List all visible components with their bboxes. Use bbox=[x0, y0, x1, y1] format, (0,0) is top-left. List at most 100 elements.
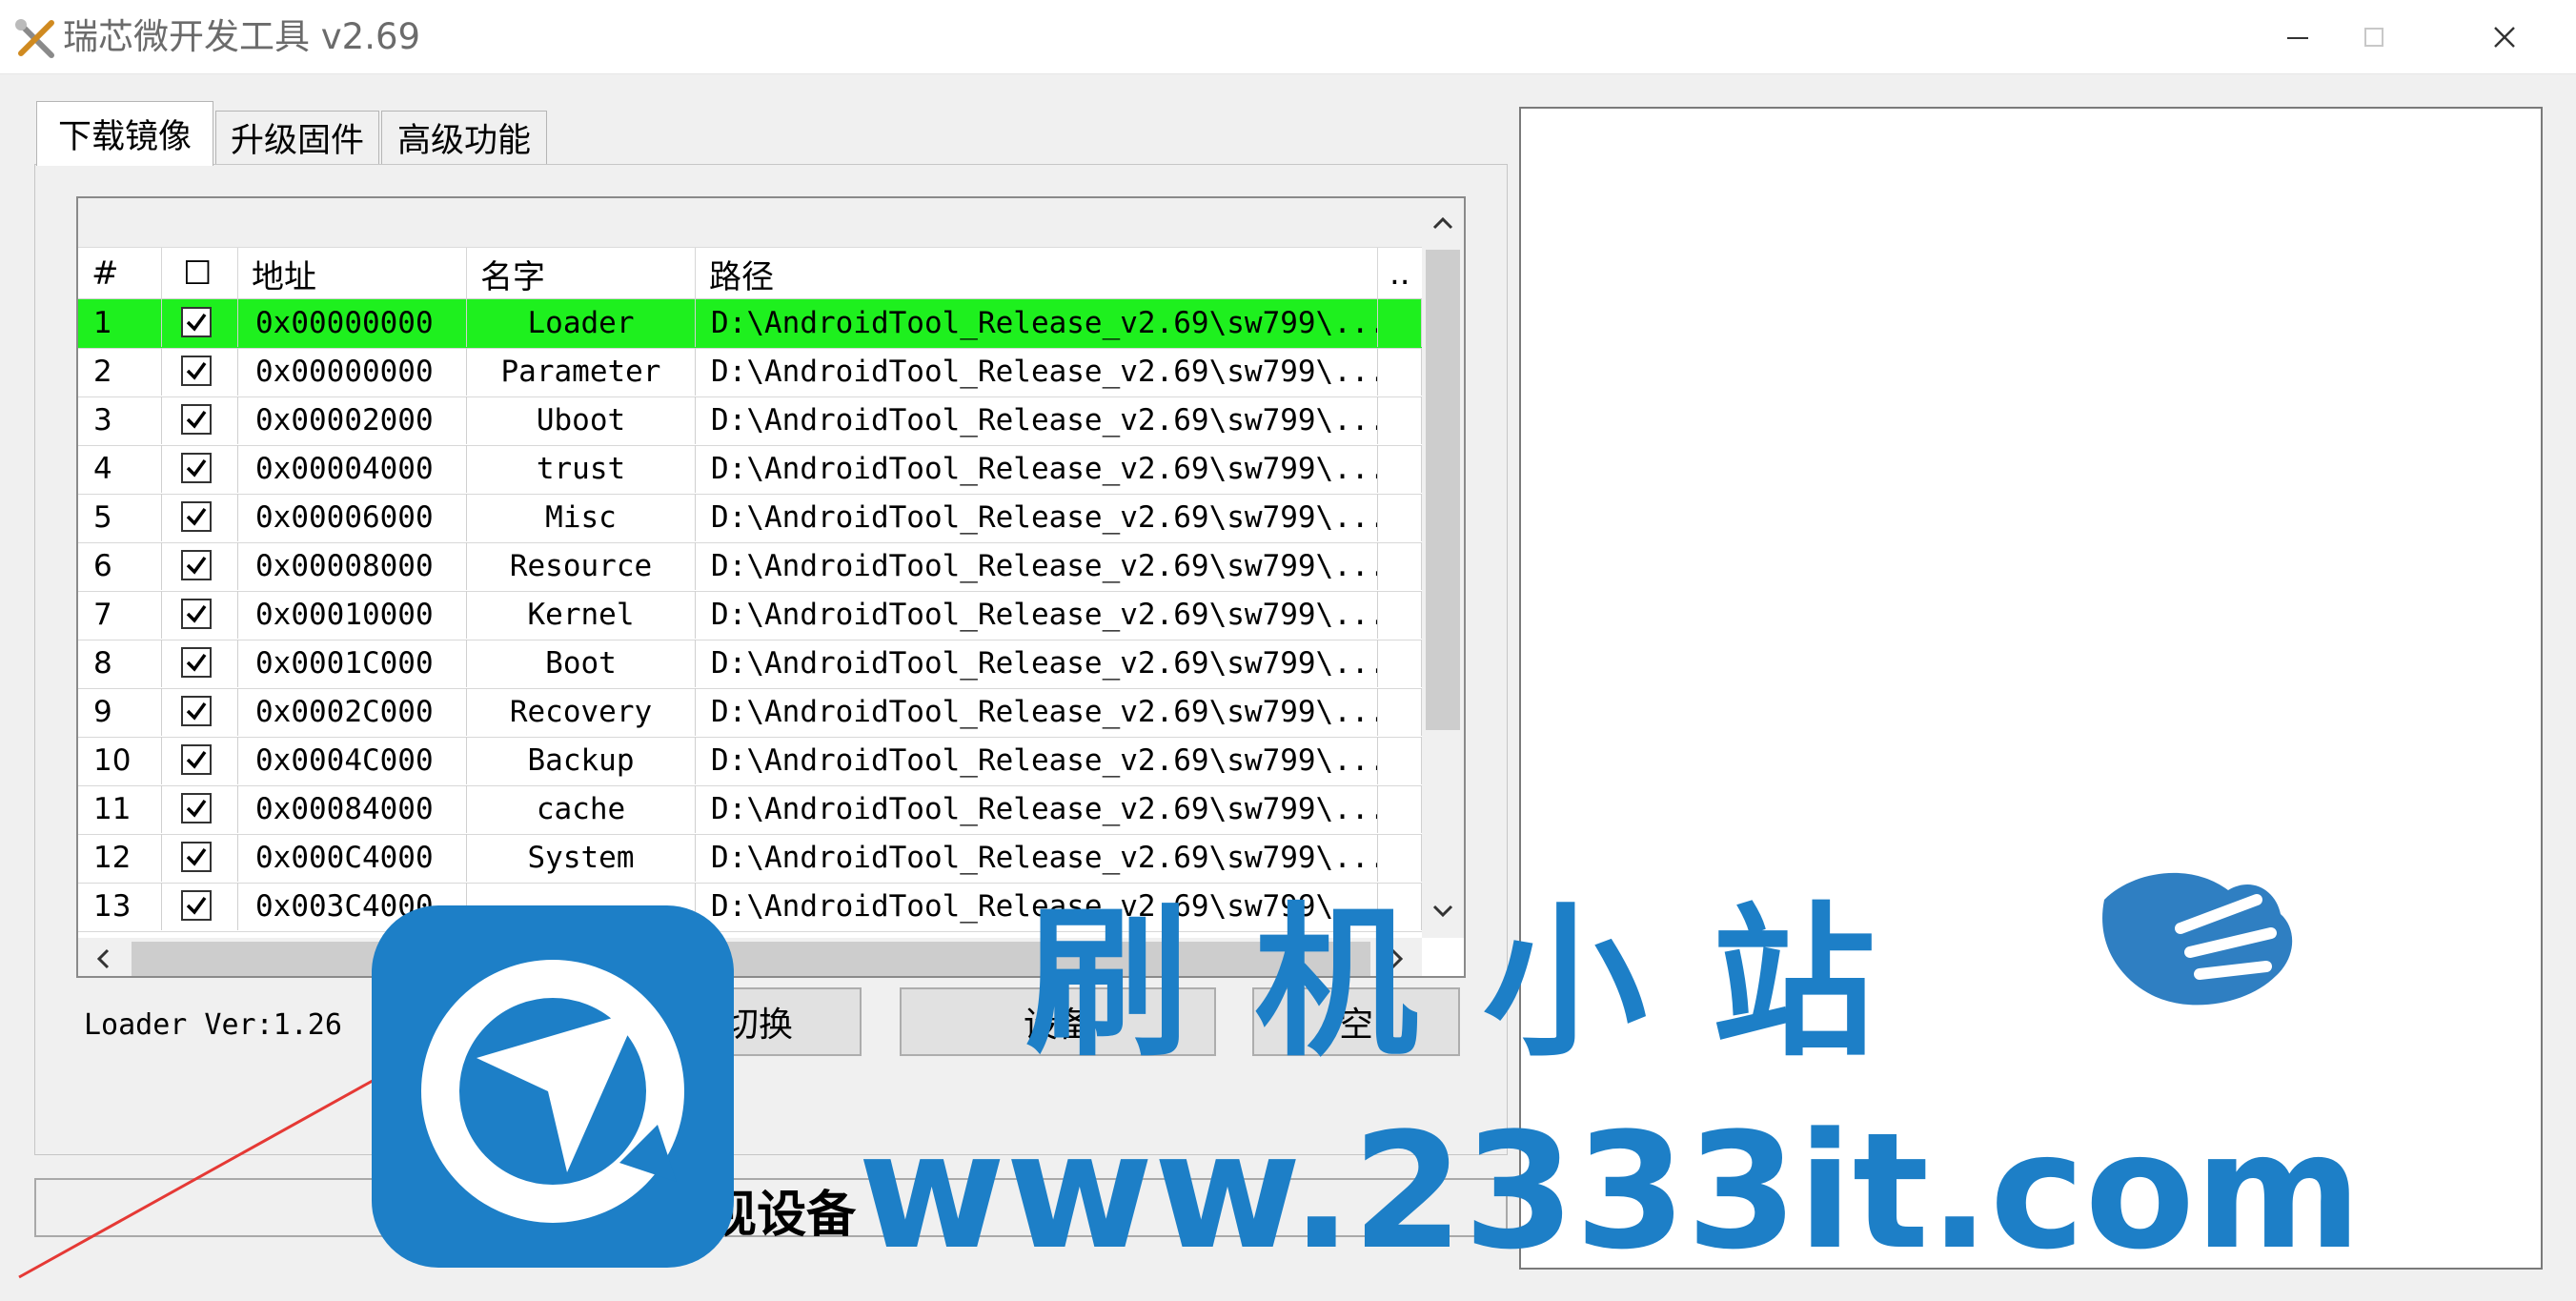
row-checkbox[interactable] bbox=[181, 307, 212, 337]
row-extra bbox=[1378, 834, 1422, 882]
row-path: D:\AndroidTool_Release_v2.69\sw799\... bbox=[696, 396, 1378, 444]
row-checkbox-cell bbox=[162, 591, 238, 639]
table-row[interactable]: 4 0x00004000 trust D:\AndroidTool_Release_v… bbox=[78, 445, 1422, 495]
watermark-hand-icon bbox=[2102, 872, 2293, 1006]
table-row[interactable]: 11 0x00084000 cache D:\AndroidTool_Release_… bbox=[78, 785, 1422, 835]
row-path: D:\AndroidTool_Release_v2.69\sw799\... bbox=[696, 785, 1378, 833]
row-address: 0x00000000 bbox=[238, 299, 467, 347]
row-checkbox-cell bbox=[162, 542, 238, 590]
row-checkbox[interactable] bbox=[181, 793, 212, 823]
checkbox-checked-icon bbox=[186, 847, 207, 866]
row-extra bbox=[1378, 299, 1422, 347]
row-number: 6 bbox=[78, 542, 162, 590]
table-row[interactable]: 8 0x0001C000 Boot D:\AndroidTool_Release_v2… bbox=[78, 640, 1422, 689]
checkbox-checked-icon bbox=[186, 458, 207, 478]
row-checkbox[interactable] bbox=[181, 550, 212, 580]
checkbox-checked-icon bbox=[186, 799, 207, 818]
row-extra bbox=[1378, 591, 1422, 639]
row-checkbox[interactable] bbox=[181, 647, 212, 678]
log-output-panel[interactable] bbox=[1519, 107, 2543, 1270]
scroll-up-button[interactable] bbox=[1422, 202, 1464, 244]
row-number: 2 bbox=[78, 348, 162, 396]
row-checkbox[interactable] bbox=[181, 744, 212, 775]
row-name: Boot bbox=[467, 640, 696, 687]
row-checkbox[interactable] bbox=[181, 453, 212, 483]
row-name: System bbox=[467, 834, 696, 882]
row-number: 10 bbox=[78, 737, 162, 784]
maximize-button[interactable] bbox=[2331, 0, 2417, 74]
column-header-address[interactable]: 地址 bbox=[238, 248, 467, 299]
row-number: 1 bbox=[78, 299, 162, 347]
column-header-select-all[interactable]: ☐ bbox=[162, 248, 238, 299]
table-row[interactable]: 10 0x0004C000 Backup D:\AndroidTool_Release… bbox=[78, 737, 1422, 786]
row-path: D:\AndroidTool_Release_v2.69\sw799\... bbox=[696, 737, 1378, 784]
row-name: cache bbox=[467, 785, 696, 833]
checkbox-checked-icon bbox=[186, 701, 207, 721]
row-checkbox-cell bbox=[162, 640, 238, 687]
partition-list[interactable]: # ☐ 地址 名字 路径 .. 1 0x00000000 Loader D:\Andr… bbox=[76, 196, 1466, 978]
table-row[interactable]: 5 0x00006000 Misc D:\AndroidTool_Release_v2… bbox=[78, 494, 1422, 543]
column-header-path[interactable]: 路径 bbox=[696, 248, 1378, 299]
checkbox-checked-icon bbox=[186, 410, 207, 429]
checkbox-checked-icon bbox=[186, 313, 207, 332]
row-path: D:\AndroidTool_Release_v2.69\sw799\... bbox=[696, 834, 1378, 882]
row-name: Recovery bbox=[467, 688, 696, 736]
row-checkbox[interactable] bbox=[181, 501, 212, 532]
close-button[interactable] bbox=[2462, 0, 2547, 74]
tab-upgrade-firmware[interactable]: 升级固件 bbox=[215, 111, 379, 164]
tab-download-image[interactable]: 下载镜像 bbox=[36, 101, 213, 166]
row-checkbox[interactable] bbox=[181, 404, 212, 435]
row-checkbox[interactable] bbox=[181, 599, 212, 629]
row-checkbox[interactable] bbox=[181, 696, 212, 726]
row-extra bbox=[1378, 785, 1422, 833]
checkbox-checked-icon bbox=[186, 896, 207, 915]
row-path: D:\AndroidTool_Release_v2.69\sw799\... bbox=[696, 299, 1378, 347]
table-row[interactable]: 6 0x00008000 Resource D:\AndroidTool_Releas… bbox=[78, 542, 1422, 592]
scroll-left-button[interactable] bbox=[82, 938, 124, 976]
window-title: 瑞芯微开发工具 v2.69 bbox=[63, 16, 421, 57]
row-checkbox-cell bbox=[162, 834, 238, 882]
row-path: D:\AndroidTool_Release_v2.69\sw799\... bbox=[696, 688, 1378, 736]
row-checkbox-cell bbox=[162, 737, 238, 784]
row-checkbox-cell bbox=[162, 348, 238, 396]
row-extra bbox=[1378, 737, 1422, 784]
row-extra bbox=[1378, 542, 1422, 590]
table-row[interactable]: 7 0x00010000 Kernel D:\AndroidTool_Release_… bbox=[78, 591, 1422, 640]
vertical-scrollbar[interactable] bbox=[1422, 198, 1464, 938]
scroll-left-icon bbox=[96, 948, 110, 969]
row-checkbox-cell bbox=[162, 445, 238, 493]
list-header: # ☐ 地址 名字 路径 .. bbox=[78, 248, 1422, 299]
row-checkbox-cell bbox=[162, 396, 238, 444]
tab-advanced-features[interactable]: 高级功能 bbox=[381, 111, 547, 164]
row-checkbox-cell bbox=[162, 785, 238, 833]
row-checkbox-cell bbox=[162, 688, 238, 736]
column-header-extra[interactable]: .. bbox=[1378, 248, 1422, 299]
row-path: D:\AndroidTool_Release_v2.69\sw799\... bbox=[696, 445, 1378, 493]
minimize-button[interactable] bbox=[2255, 0, 2341, 74]
column-header-name[interactable]: 名字 bbox=[467, 248, 696, 299]
table-row[interactable]: 12 0x000C4000 System D:\AndroidTool_Release… bbox=[78, 834, 1422, 884]
row-checkbox-cell bbox=[162, 494, 238, 541]
row-checkbox-cell bbox=[162, 299, 238, 347]
row-name: Loader bbox=[467, 299, 696, 347]
checkbox-checked-icon bbox=[186, 556, 207, 575]
table-row[interactable]: 2 0x00000000 Parameter D:\AndroidTool_Relea… bbox=[78, 348, 1422, 397]
watermark-logo-icon bbox=[372, 905, 734, 1268]
column-header-number[interactable]: # bbox=[78, 248, 162, 299]
row-name: Resource bbox=[467, 542, 696, 590]
table-row[interactable]: 1 0x00000000 Loader D:\AndroidTool_Release_… bbox=[78, 299, 1422, 349]
row-path: D:\AndroidTool_Release_v2.69\sw799\... bbox=[696, 542, 1378, 590]
row-checkbox[interactable] bbox=[181, 890, 212, 921]
row-number: 7 bbox=[78, 591, 162, 639]
table-row[interactable]: 3 0x00002000 Uboot D:\AndroidTool_Release_v… bbox=[78, 396, 1422, 446]
row-name: Parameter bbox=[467, 348, 696, 396]
checkbox-checked-icon bbox=[186, 750, 207, 769]
table-row[interactable]: 9 0x0002C000 Recovery D:\AndroidTool_Releas… bbox=[78, 688, 1422, 738]
list-top-strip bbox=[78, 198, 1422, 248]
row-checkbox[interactable] bbox=[181, 356, 212, 386]
row-name: Uboot bbox=[467, 396, 696, 444]
row-path: D:\AndroidTool_Release_v2.69\sw799\... bbox=[696, 348, 1378, 396]
row-checkbox[interactable] bbox=[181, 842, 212, 872]
vertical-scroll-thumb[interactable] bbox=[1426, 250, 1460, 730]
row-name: Backup bbox=[467, 737, 696, 784]
